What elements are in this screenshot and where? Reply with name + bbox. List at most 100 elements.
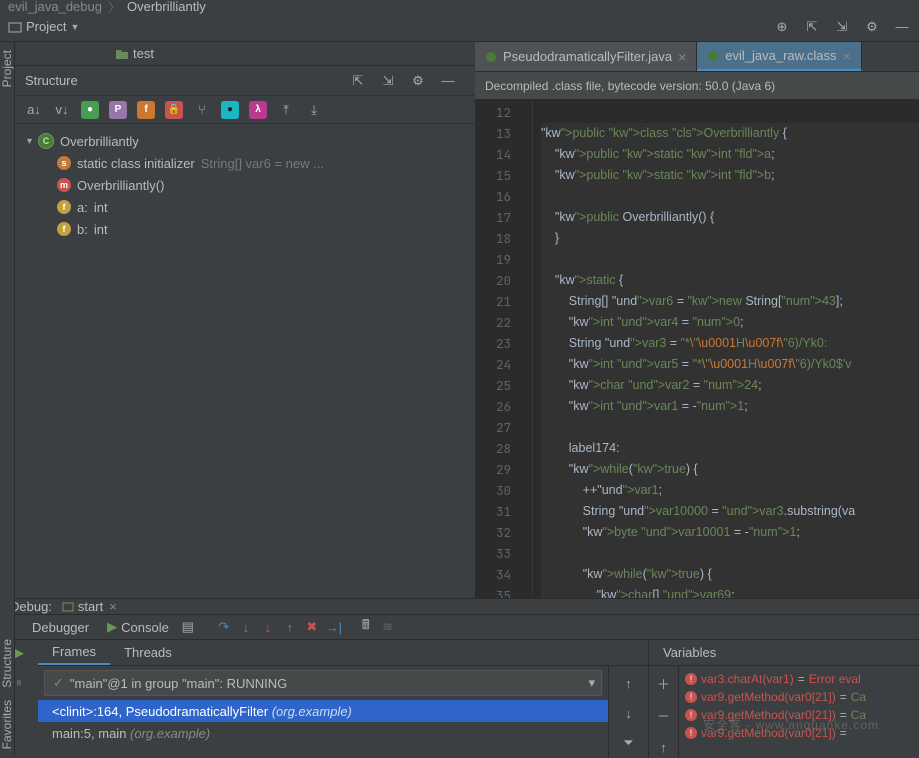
add-watch-icon[interactable]: ＋ (653, 672, 675, 694)
prev-frame-icon[interactable]: ↑ (618, 672, 640, 694)
expand-icon[interactable]: ⇱ (349, 72, 367, 90)
step-into-icon[interactable]: ↓ (235, 616, 257, 638)
frame-pkg: (org.example) (272, 704, 352, 719)
tab-label: PseudodramaticallyFilter.java (503, 49, 672, 64)
breadcrumb-root[interactable]: evil_java_debug (8, 0, 102, 14)
sort-alpha-icon[interactable]: a↓ (25, 101, 43, 119)
structure-title: Structure (25, 73, 78, 88)
filter-f-icon[interactable]: f (137, 101, 155, 119)
line-gutter[interactable]: 12 13 14 15 16 17 18 19 20 21 22 23 24 2… (475, 100, 519, 598)
editor: PseudodramaticallyFilter.java × evil_jav… (475, 42, 919, 598)
tab-threads[interactable]: Threads (110, 640, 186, 665)
folder-test[interactable]: test (115, 46, 154, 61)
force-step-into-icon[interactable]: ↓ (257, 616, 279, 638)
sort-visibility-icon[interactable]: v↓ (53, 101, 71, 119)
structure-class-row[interactable]: ▾ C Overbrilliantly (15, 130, 475, 152)
filter-icon[interactable]: ⏷ (618, 732, 640, 754)
close-icon[interactable]: × (843, 48, 851, 64)
filter-inherit-icon[interactable]: ⑂ (193, 101, 211, 119)
structure-item-initializer[interactable]: s static class initializer String[] var6… (15, 152, 475, 174)
debug-toolbar: ↻ Debugger ▶ Console ▤ ↷ ↓ ↓ ↑ ✖ →| 🖩 ≋ (0, 615, 919, 640)
gear-icon[interactable]: ⚙ (863, 18, 881, 36)
debug-title: Debug: (10, 599, 52, 614)
breadcrumb: evil_java_debug 〉 Overbrilliantly (0, 0, 919, 12)
run-to-cursor-icon[interactable]: →| (323, 616, 345, 638)
tab-frames[interactable]: Frames (38, 640, 110, 665)
project-tool-label[interactable]: Project (0, 50, 14, 87)
autoscroll-to-icon[interactable]: ⤒ (277, 101, 295, 119)
class-name: Overbrilliantly (60, 134, 139, 149)
debug-header: Debug: start × (0, 599, 919, 615)
thread-dropdown[interactable]: ✓ "main"@1 in group "main": RUNNING ▾ (44, 670, 602, 696)
filter-p-icon[interactable]: P (109, 101, 127, 119)
structure-tree[interactable]: ▾ C Overbrilliantly s static class initi… (15, 124, 475, 598)
gear-icon[interactable]: ⚙ (409, 72, 427, 90)
variable-row[interactable]: !var9.getMethod(var0[21]) = Ca (679, 688, 919, 706)
chevron-down-icon[interactable]: ▾ (27, 136, 32, 147)
expand-all-icon[interactable]: ⇱ (803, 18, 821, 36)
code-content[interactable]: "kw">public "kw">class "cls">Overbrillia… (533, 100, 919, 598)
tab-console[interactable]: ▶ Console (99, 619, 177, 635)
tab-pseudodramatically[interactable]: PseudodramaticallyFilter.java × (475, 42, 697, 71)
chevron-down-icon: ▾ (588, 675, 595, 691)
project-label: Project (26, 19, 66, 34)
filter-public-icon[interactable]: ● (81, 101, 99, 119)
frame-row[interactable]: main:5, main (org.example) (38, 722, 608, 744)
hide-icon[interactable]: — (439, 72, 457, 90)
variable-row[interactable]: !var9.getMethod(var0[21]) = (679, 724, 919, 742)
breadcrumb-sep: 〉 (108, 0, 121, 16)
method-icon: m (57, 178, 71, 192)
step-over-icon[interactable]: ↷ (213, 616, 235, 638)
autoscroll-from-icon[interactable]: ⤓ (305, 101, 323, 119)
tab-debugger[interactable]: Debugger (22, 620, 99, 635)
structure-header: Structure ⇱ ⇲ ⚙ — (15, 66, 475, 96)
trace-icon[interactable]: ≋ (377, 616, 399, 638)
frame-pkg: (org.example) (130, 726, 210, 741)
remove-watch-icon[interactable]: － (653, 704, 675, 726)
close-icon[interactable]: × (678, 49, 686, 65)
variable-row[interactable]: !var9.getMethod(var0[21]) = Ca (679, 706, 919, 724)
variable-row[interactable]: !var3.charAt(var1) = Error eval (679, 670, 919, 688)
error-icon: ! (685, 673, 697, 685)
folder-icon (115, 48, 129, 60)
frame-main: <clinit>:164, PseudodramaticallyFilter (52, 704, 268, 719)
fold-gutter[interactable] (519, 100, 533, 598)
filter-lock-icon[interactable]: 🔒 (165, 101, 183, 119)
structure-tool-label[interactable]: Structure (0, 639, 14, 688)
class-icon: C (38, 133, 54, 149)
locate-icon[interactable]: ⊕ (773, 18, 791, 36)
variables-panel: Variables ＋ － ↑ !var3.charAt(var1) = Err… (649, 640, 919, 758)
structure-item-field-a[interactable]: f a: int (15, 196, 475, 218)
frames-panel: Frames Threads ✓ "main"@1 in group "main… (38, 640, 649, 758)
structure-item-constructor[interactable]: m Overbrilliantly() (15, 174, 475, 196)
project-tree[interactable]: test (15, 42, 475, 66)
hide-icon[interactable]: — (893, 18, 911, 36)
collapse-icon[interactable]: ⇲ (379, 72, 397, 90)
field-icon: f (57, 200, 71, 214)
project-toolbar: Project ▼ ⊕ ⇱ ⇲ ⚙ — (0, 12, 919, 42)
next-frame-icon[interactable]: ↓ (618, 702, 640, 724)
layout-icon[interactable]: ▤ (177, 616, 199, 638)
evaluate-icon[interactable]: 🖩 (355, 616, 377, 638)
debug-config[interactable]: start × (62, 599, 117, 614)
project-dropdown[interactable]: Project ▼ (0, 19, 87, 34)
frame-row[interactable]: <clinit>:164, PseudodramaticallyFilter (… (38, 700, 608, 722)
collapse-all-icon[interactable]: ⇲ (833, 18, 851, 36)
variables-list[interactable]: !var3.charAt(var1) = Error eval!var9.get… (679, 666, 919, 758)
structure-item-field-b[interactable]: f b: int (15, 218, 475, 240)
favorites-tool-label[interactable]: Favorites (0, 700, 14, 749)
filter-anon-icon[interactable]: ● (221, 101, 239, 119)
close-icon[interactable]: × (109, 599, 117, 614)
run-config-icon (62, 601, 74, 613)
step-out-icon[interactable]: ↑ (279, 616, 301, 638)
item-name: b: (77, 222, 88, 237)
frames-list[interactable]: ✓ "main"@1 in group "main": RUNNING ▾ <c… (38, 666, 608, 758)
editor-tabs: PseudodramaticallyFilter.java × evil_jav… (475, 42, 919, 72)
java-file-icon (485, 51, 497, 63)
tab-evil-java-raw[interactable]: evil_java_raw.class × (697, 42, 861, 71)
play-icon: ▶ (107, 619, 117, 635)
item-name: a: (77, 200, 88, 215)
drop-frame-icon[interactable]: ✖ (301, 616, 323, 638)
breadcrumb-current[interactable]: Overbrilliantly (127, 0, 206, 14)
filter-lambda-icon[interactable]: λ (249, 101, 267, 119)
